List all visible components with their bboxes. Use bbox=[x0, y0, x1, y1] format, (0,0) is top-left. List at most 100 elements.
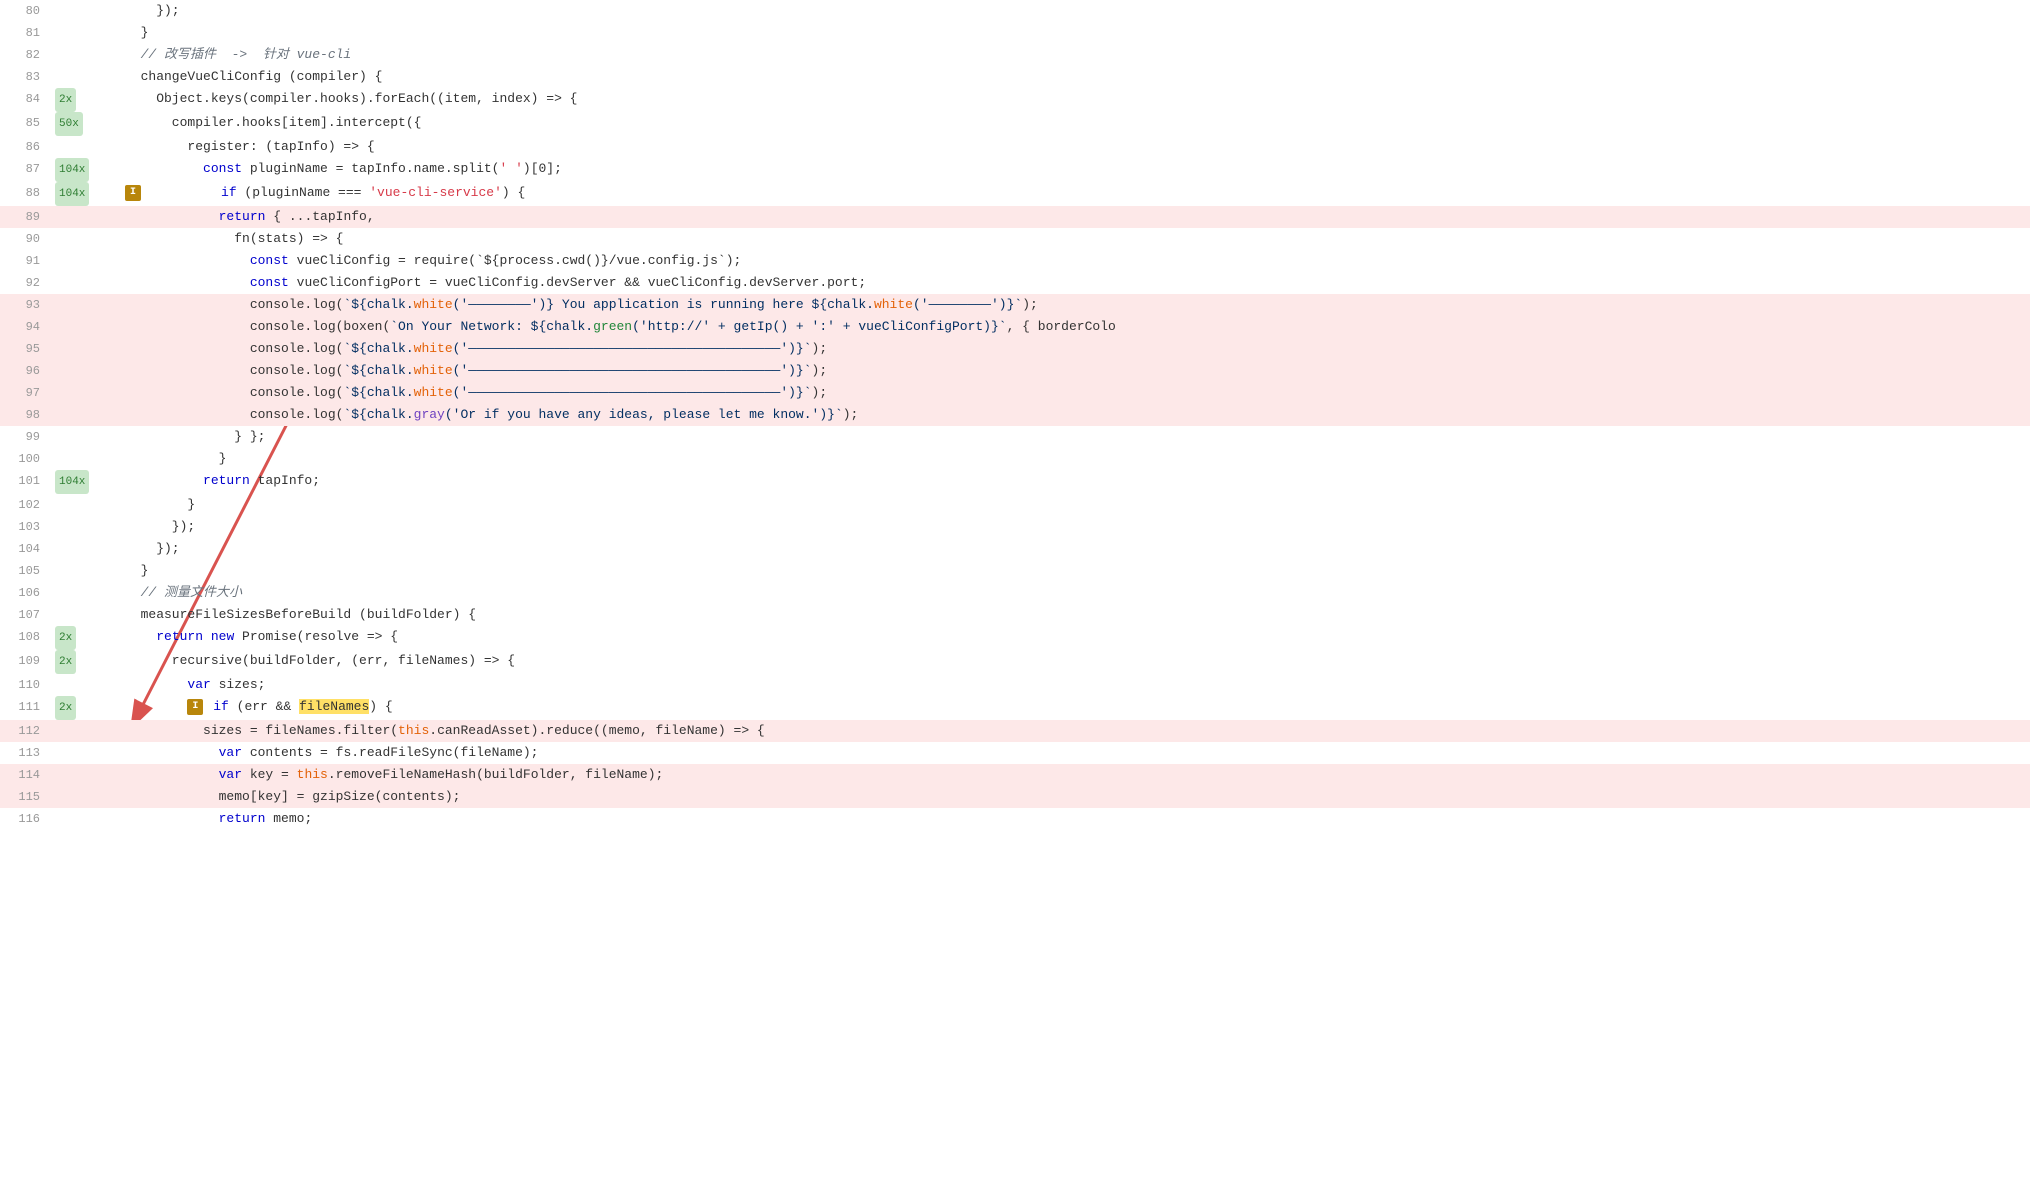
code-content: // 改写插件 -> 针对 vue-cli bbox=[105, 44, 2030, 66]
code-line: 98 console.log(`${chalk.gray('Or if you … bbox=[0, 404, 2030, 426]
line-number: 107 bbox=[0, 604, 50, 626]
code-line: 81 } bbox=[0, 22, 2030, 44]
code-content: Object.keys(compiler.hooks).forEach((ite… bbox=[105, 88, 2030, 112]
code-line: 842x Object.keys(compiler.hooks).forEach… bbox=[0, 88, 2030, 112]
code-line: 87104x const pluginName = tapInfo.name.s… bbox=[0, 158, 2030, 182]
code-line: 1112x I if (err && fileNames) { bbox=[0, 696, 2030, 720]
coverage-badge bbox=[50, 0, 105, 22]
line-number: 100 bbox=[0, 448, 50, 470]
code-line: 94 console.log(boxen(`On Your Network: $… bbox=[0, 316, 2030, 338]
code-content: var contents = fs.readFileSync(fileName)… bbox=[105, 742, 2030, 764]
code-content: } bbox=[105, 560, 2030, 582]
code-content: }); bbox=[105, 538, 2030, 560]
line-number: 111 bbox=[0, 696, 50, 720]
line-number: 89 bbox=[0, 206, 50, 228]
code-content: const pluginName = tapInfo.name.split(' … bbox=[105, 158, 2030, 182]
coverage-badge bbox=[50, 316, 105, 338]
code-content: console.log(`${chalk.white('————————————… bbox=[105, 382, 2030, 404]
coverage-badge bbox=[50, 516, 105, 538]
coverage-badge bbox=[50, 426, 105, 448]
line-number: 95 bbox=[0, 338, 50, 360]
coverage-badge: 104x bbox=[50, 182, 105, 206]
code-content: // 测量文件大小 bbox=[105, 582, 2030, 604]
code-line: 115 memo[key] = gzipSize(contents); bbox=[0, 786, 2030, 808]
line-number: 92 bbox=[0, 272, 50, 294]
code-line: 116 return memo; bbox=[0, 808, 2030, 830]
coverage-badge bbox=[50, 22, 105, 44]
coverage-badge bbox=[50, 382, 105, 404]
code-content: I if (pluginName === 'vue-cli-service') … bbox=[105, 182, 2030, 206]
line-number: 114 bbox=[0, 764, 50, 786]
line-number: 87 bbox=[0, 158, 50, 182]
coverage-badge bbox=[50, 494, 105, 516]
line-number: 99 bbox=[0, 426, 50, 448]
warn-icon: I bbox=[187, 699, 203, 715]
coverage-badge: 2x bbox=[50, 650, 105, 674]
code-line: 107 measureFileSizesBeforeBuild (buildFo… bbox=[0, 604, 2030, 626]
code-content: }); bbox=[105, 0, 2030, 22]
coverage-badge bbox=[50, 538, 105, 560]
line-number: 115 bbox=[0, 786, 50, 808]
coverage-badge bbox=[50, 44, 105, 66]
code-content: const vueCliConfigPort = vueCliConfig.de… bbox=[105, 272, 2030, 294]
code-content: }); bbox=[105, 516, 2030, 538]
coverage-badge: 50x bbox=[50, 112, 105, 136]
coverage-badge bbox=[50, 742, 105, 764]
code-content: return tapInfo; bbox=[105, 470, 2030, 494]
code-content: console.log(`${chalk.white('————————————… bbox=[105, 360, 2030, 382]
line-number: 91 bbox=[0, 250, 50, 272]
line-number: 112 bbox=[0, 720, 50, 742]
code-line: 91 const vueCliConfig = require(`${proce… bbox=[0, 250, 2030, 272]
code-line: 99 } }; bbox=[0, 426, 2030, 448]
code-line: 101104x return tapInfo; bbox=[0, 470, 2030, 494]
line-number: 116 bbox=[0, 808, 50, 830]
code-line: 95 console.log(`${chalk.white('—————————… bbox=[0, 338, 2030, 360]
coverage-badge bbox=[50, 404, 105, 426]
code-lines: 80 });81 }82 // 改写插件 -> 针对 vue-cli83 cha… bbox=[0, 0, 2030, 830]
code-line: 113 var contents = fs.readFileSync(fileN… bbox=[0, 742, 2030, 764]
line-number: 80 bbox=[0, 0, 50, 22]
code-line: 102 } bbox=[0, 494, 2030, 516]
line-number: 101 bbox=[0, 470, 50, 494]
coverage-badge bbox=[50, 228, 105, 250]
code-content: return { ...tapInfo, bbox=[105, 206, 2030, 228]
line-number: 110 bbox=[0, 674, 50, 696]
code-content: console.log(`${chalk.gray('Or if you hav… bbox=[105, 404, 2030, 426]
line-number: 93 bbox=[0, 294, 50, 316]
code-content: const vueCliConfig = require(`${process.… bbox=[105, 250, 2030, 272]
code-content: console.log(boxen(`On Your Network: ${ch… bbox=[105, 316, 2030, 338]
coverage-badge bbox=[50, 604, 105, 626]
code-content: var key = this.removeFileNameHash(buildF… bbox=[105, 764, 2030, 786]
line-number: 90 bbox=[0, 228, 50, 250]
line-number: 104 bbox=[0, 538, 50, 560]
line-number: 103 bbox=[0, 516, 50, 538]
code-line: 8550x compiler.hooks[item].intercept({ bbox=[0, 112, 2030, 136]
coverage-badge bbox=[50, 360, 105, 382]
code-content: return memo; bbox=[105, 808, 2030, 830]
code-line: 105 } bbox=[0, 560, 2030, 582]
line-number: 86 bbox=[0, 136, 50, 158]
code-content: console.log(`${chalk.white('————————')} … bbox=[105, 294, 2030, 316]
code-line: 97 console.log(`${chalk.white('—————————… bbox=[0, 382, 2030, 404]
code-editor: 80 });81 }82 // 改写插件 -> 针对 vue-cli83 cha… bbox=[0, 0, 2030, 1180]
code-line: 96 console.log(`${chalk.white('—————————… bbox=[0, 360, 2030, 382]
code-line: 106 // 测量文件大小 bbox=[0, 582, 2030, 604]
line-number: 83 bbox=[0, 66, 50, 88]
line-number: 102 bbox=[0, 494, 50, 516]
line-number: 85 bbox=[0, 112, 50, 136]
line-number: 109 bbox=[0, 650, 50, 674]
coverage-badge bbox=[50, 582, 105, 604]
code-content: changeVueCliConfig (compiler) { bbox=[105, 66, 2030, 88]
code-line: 93 console.log(`${chalk.white('————————'… bbox=[0, 294, 2030, 316]
code-content: } bbox=[105, 494, 2030, 516]
coverage-badge: 104x bbox=[50, 470, 105, 494]
coverage-badge bbox=[50, 808, 105, 830]
coverage-badge: 2x bbox=[50, 626, 105, 650]
coverage-badge bbox=[50, 136, 105, 158]
code-content: fn(stats) => { bbox=[105, 228, 2030, 250]
warn-icon: I bbox=[125, 185, 141, 201]
line-number: 82 bbox=[0, 44, 50, 66]
line-number: 96 bbox=[0, 360, 50, 382]
coverage-badge bbox=[50, 294, 105, 316]
line-number: 88 bbox=[0, 182, 50, 206]
